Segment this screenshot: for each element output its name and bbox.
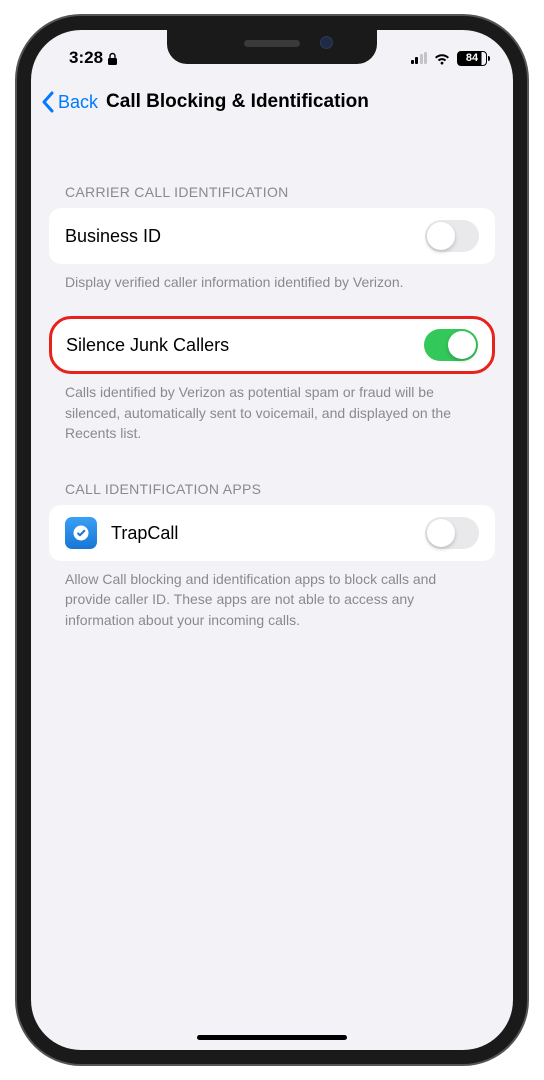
toggle-silence-junk[interactable] xyxy=(424,329,478,361)
notch xyxy=(167,30,377,64)
toggle-trapcall[interactable] xyxy=(425,517,479,549)
row-business-id[interactable]: Business ID xyxy=(49,208,495,264)
status-left: 3:28 xyxy=(69,48,118,68)
wifi-icon xyxy=(433,52,451,65)
toggle-business-id[interactable] xyxy=(425,220,479,252)
row-label-business-id: Business ID xyxy=(65,226,161,247)
mute-switch xyxy=(17,210,18,250)
chevron-left-icon xyxy=(41,91,54,113)
row-trapcall[interactable]: TrapCall xyxy=(49,505,495,561)
section-header-apps: CALL IDENTIFICATION APPS xyxy=(65,481,479,497)
content: CARRIER CALL IDENTIFICATION Business ID … xyxy=(31,126,513,1050)
screen: 3:28 84 xyxy=(31,30,513,1050)
status-right: 84 xyxy=(411,51,488,66)
row-label-trapcall: TrapCall xyxy=(111,523,178,544)
volume-down-button xyxy=(17,370,18,440)
phone-frame: 3:28 84 xyxy=(17,16,527,1064)
footer-apps: Allow Call blocking and identification a… xyxy=(65,569,479,630)
footer-silence-junk: Calls identified by Verizon as potential… xyxy=(65,382,479,443)
back-label: Back xyxy=(58,92,98,113)
battery-level: 84 xyxy=(466,52,478,64)
nav-bar: Back Call Blocking & Identification xyxy=(31,78,513,126)
page-title: Call Blocking & Identification xyxy=(106,91,369,113)
battery-badge: 84 xyxy=(457,51,487,66)
back-button[interactable]: Back xyxy=(41,91,98,113)
section-header-carrier: CARRIER CALL IDENTIFICATION xyxy=(65,184,479,200)
volume-up-button xyxy=(17,280,18,350)
home-indicator[interactable] xyxy=(197,1035,347,1040)
lock-icon xyxy=(107,51,118,65)
front-camera xyxy=(320,36,333,49)
power-button xyxy=(526,300,527,400)
speaker-grille xyxy=(244,40,300,47)
row-label-silence-junk: Silence Junk Callers xyxy=(66,335,229,356)
footer-business-id: Display verified caller information iden… xyxy=(65,272,479,292)
status-time: 3:28 xyxy=(69,48,103,68)
cell-signal-icon xyxy=(411,52,428,64)
row-silence-junk[interactable]: Silence Junk Callers xyxy=(49,316,495,374)
trapcall-app-icon xyxy=(65,517,97,549)
